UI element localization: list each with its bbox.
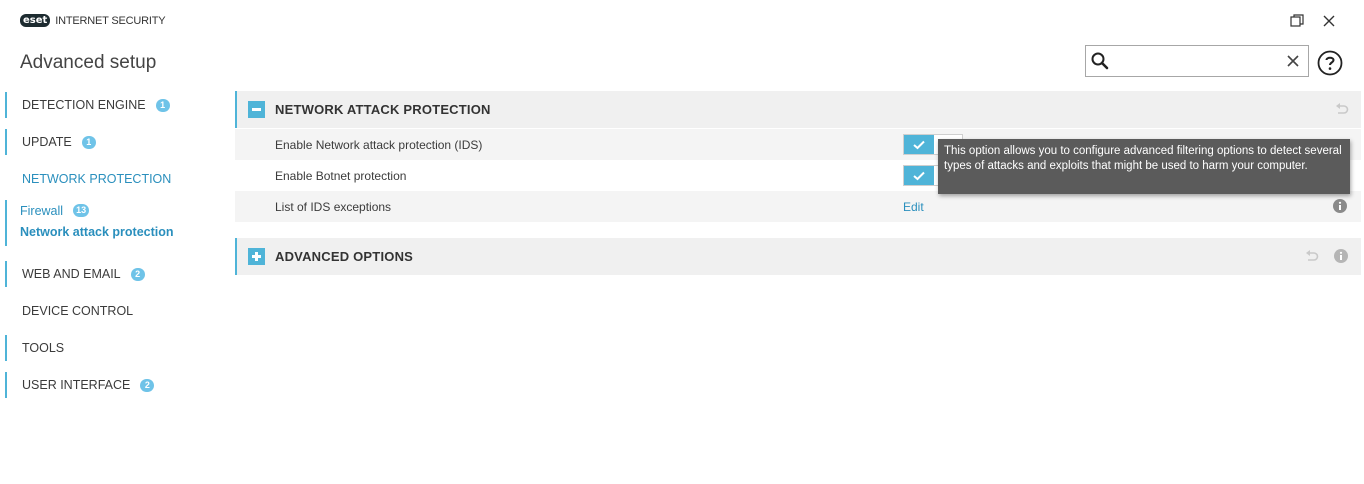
logo-badge: eset [20, 14, 51, 27]
section-title: ADVANCED OPTIONS [275, 249, 414, 264]
sidebar-item-network-attack-protection[interactable]: Network attack protection [20, 221, 174, 242]
search-box[interactable] [1085, 45, 1309, 77]
setting-label: List of IDS exceptions [275, 199, 392, 214]
info-icon[interactable] [1333, 199, 1347, 213]
count-badge: 2 [130, 267, 145, 281]
sidebar-item-label: Network attack protection [20, 224, 174, 239]
sidebar-item-label: DEVICE CONTROL [22, 304, 134, 318]
checkmark-icon [913, 140, 925, 150]
setting-label: Enable Botnet protection [275, 168, 407, 183]
clear-search-icon[interactable] [1286, 54, 1300, 68]
edit-link[interactable]: Edit [903, 200, 924, 214]
sidebar-item-label: WEB AND EMAIL [22, 267, 121, 281]
sidebar-item-label: NETWORK PROTECTION [22, 172, 172, 186]
search-input[interactable] [1114, 50, 1274, 72]
product-name: INTERNET SECURITY [55, 14, 166, 27]
sidebar-item-firewall[interactable]: Firewall 13 [20, 200, 174, 221]
toggle-on-indicator [904, 166, 934, 185]
section-header-network-attack-protection[interactable]: NETWORK ATTACK PROTECTION [235, 91, 1361, 128]
search-icon [1090, 51, 1110, 71]
eset-logo: eset INTERNET SECURITY [20, 14, 166, 27]
sidebar-item-label: Firewall [20, 203, 64, 218]
count-badge: 1 [155, 98, 170, 112]
sidebar-item-label: USER INTERFACE [22, 378, 131, 392]
sidebar-item-update[interactable]: UPDATE 1 [5, 129, 96, 155]
sidebar-item-label: DETECTION ENGINE [22, 98, 146, 112]
sidebar-item-tools[interactable]: TOOLS [5, 335, 64, 361]
checkmark-icon [913, 171, 925, 181]
restore-window-icon[interactable] [1288, 12, 1306, 30]
count-badge: 1 [81, 135, 96, 149]
sidebar-subgroup-network-protection: Firewall 13 Network attack protection [5, 200, 174, 246]
revert-icon[interactable] [1334, 102, 1350, 118]
sidebar-item-label: UPDATE [22, 135, 72, 149]
setting-label: Enable Network attack protection (IDS) [275, 137, 483, 152]
toggle-on-indicator [904, 135, 934, 154]
section-title: NETWORK ATTACK PROTECTION [275, 102, 491, 117]
section-header-advanced-options[interactable]: ADVANCED OPTIONS [235, 238, 1361, 275]
expand-icon[interactable] [248, 248, 265, 265]
info-icon[interactable] [1334, 249, 1350, 265]
sidebar-item-label: TOOLS [22, 341, 65, 355]
collapse-icon[interactable] [248, 101, 265, 118]
sidebar-item-user-interface[interactable]: USER INTERFACE 2 [5, 372, 155, 398]
count-badge: 13 [73, 204, 90, 217]
sidebar-item-network-protection[interactable]: NETWORK PROTECTION [5, 166, 171, 192]
help-icon[interactable] [1317, 50, 1343, 76]
tooltip: This option allows you to configure adva… [938, 139, 1350, 194]
sidebar-item-web-and-email[interactable]: WEB AND EMAIL 2 [5, 261, 145, 287]
sidebar-item-device-control[interactable]: DEVICE CONTROL [5, 298, 133, 324]
sidebar-item-detection-engine[interactable]: DETECTION ENGINE 1 [5, 92, 170, 118]
revert-icon[interactable] [1304, 249, 1320, 265]
setting-row-ids-exceptions: List of IDS exceptions Edit [235, 191, 1361, 222]
close-window-icon[interactable] [1320, 12, 1338, 30]
count-badge: 2 [140, 378, 155, 392]
page-title: Advanced setup [20, 52, 157, 73]
